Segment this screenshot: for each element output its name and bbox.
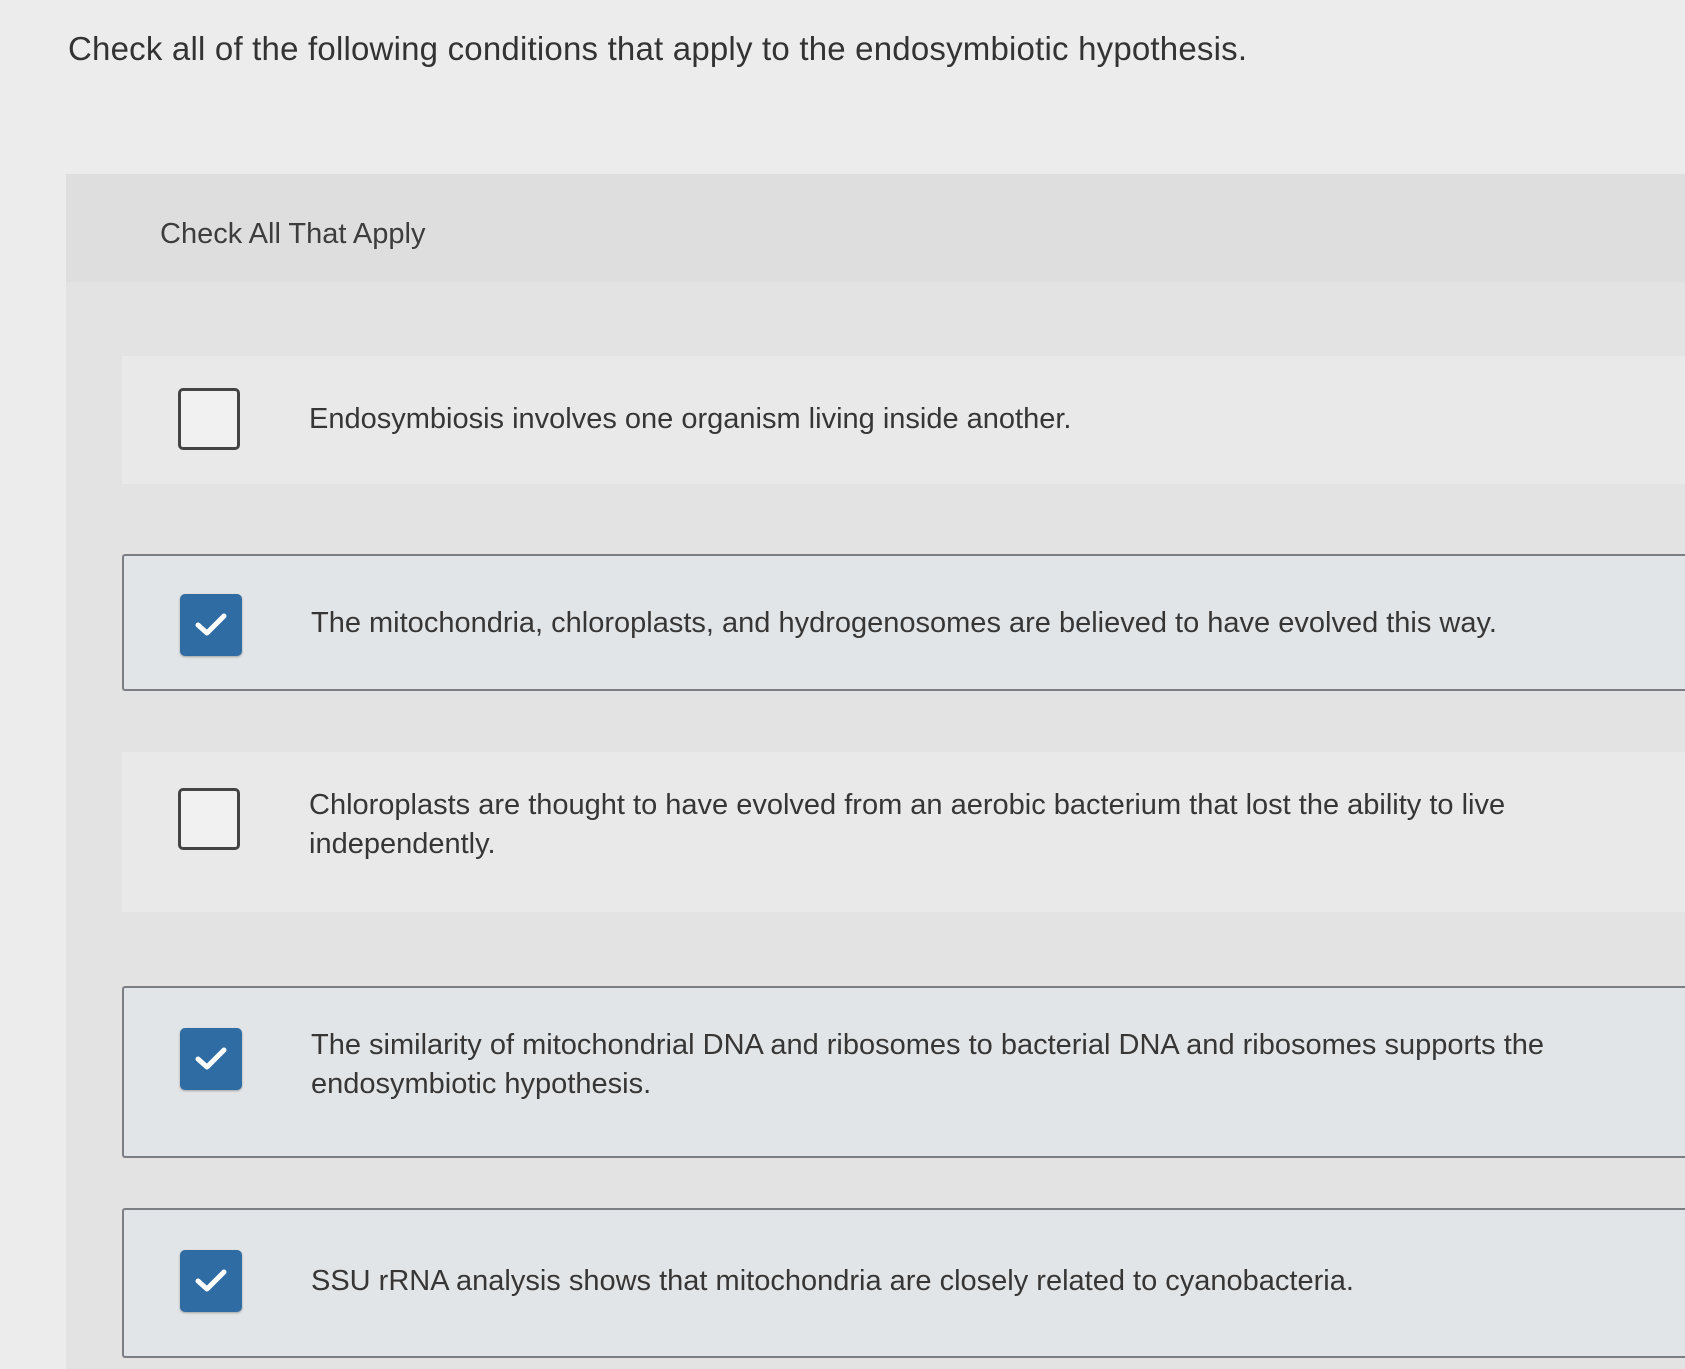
instruction-label: Check All That Apply bbox=[160, 218, 426, 250]
option-3-label: Chloroplasts are thought to have evolved… bbox=[309, 789, 1506, 860]
checkmark-icon bbox=[195, 613, 227, 636]
answer-panel: Check All That Apply Endosymbiosis invol… bbox=[66, 174, 1685, 1369]
option-1-label: Endosymbiosis involves one organism livi… bbox=[309, 403, 1072, 435]
option-3[interactable]: Chloroplasts are thought to have evolved… bbox=[122, 752, 1685, 912]
option-2[interactable]: The mitochondria, chloroplasts, and hydr… bbox=[122, 554, 1685, 691]
option-3-checkbox[interactable] bbox=[178, 788, 240, 850]
option-4[interactable]: The similarity of mitochondrial DNA and … bbox=[122, 986, 1685, 1158]
panel-header: Check All That Apply bbox=[66, 174, 1685, 282]
checkmark-icon bbox=[195, 1269, 227, 1292]
option-1-checkbox[interactable] bbox=[178, 388, 240, 450]
option-5[interactable]: SSU rRNA analysis shows that mitochondri… bbox=[122, 1208, 1685, 1358]
option-1[interactable]: Endosymbiosis involves one organism livi… bbox=[122, 356, 1685, 484]
question-text: Check all of the following conditions th… bbox=[68, 30, 1248, 67]
option-2-checkbox[interactable] bbox=[180, 594, 242, 656]
option-4-label: The similarity of mitochondrial DNA and … bbox=[311, 1029, 1545, 1100]
option-2-label: The mitochondria, chloroplasts, and hydr… bbox=[311, 607, 1497, 639]
option-4-checkbox[interactable] bbox=[180, 1028, 242, 1090]
checkmark-icon bbox=[195, 1047, 227, 1070]
option-5-label: SSU rRNA analysis shows that mitochondri… bbox=[311, 1265, 1354, 1297]
option-5-checkbox[interactable] bbox=[180, 1250, 242, 1312]
